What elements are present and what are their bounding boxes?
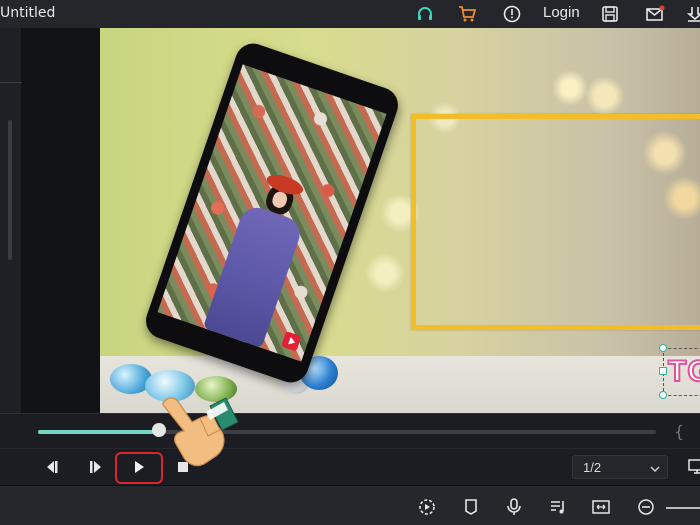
download-icon[interactable] [685, 4, 700, 24]
person-figure [202, 202, 305, 348]
resize-handle[interactable] [659, 367, 667, 375]
editor-app: Untitled Login T {1/2 [0, 0, 700, 525]
video-app-logo [281, 331, 302, 352]
zoom-out-icon[interactable] [636, 497, 656, 517]
panel-scrollbar[interactable] [8, 120, 12, 260]
pointing-hand-icon [160, 392, 240, 472]
fit-width-icon[interactable] [591, 497, 611, 517]
headset-icon[interactable] [415, 4, 435, 24]
render-icon[interactable] [417, 497, 437, 517]
panel-divider [0, 82, 22, 83]
project-title: Untitled [0, 5, 56, 21]
music-list-icon[interactable] [548, 497, 568, 517]
progress-track[interactable] [38, 430, 656, 434]
marker-icon[interactable] [461, 497, 481, 517]
progress-fill [38, 430, 159, 434]
playback-controls: 1/2 [0, 448, 700, 485]
preview-margin [22, 28, 100, 413]
phone-screen [157, 64, 387, 362]
preview-canvas[interactable]: TG [100, 28, 700, 413]
phone-image [141, 38, 403, 388]
resize-handle[interactable] [659, 391, 667, 399]
zoom-slider[interactable] [666, 507, 700, 509]
save-icon[interactable] [600, 4, 620, 24]
side-panel [0, 28, 22, 413]
chevron-down-icon [649, 460, 661, 479]
next-frame-icon[interactable] [85, 457, 107, 477]
play-icon[interactable] [128, 457, 150, 477]
monitor-icon[interactable] [686, 457, 700, 477]
bottom-toolbar [0, 485, 700, 525]
cart-icon[interactable] [457, 4, 477, 24]
resize-handle[interactable] [659, 344, 667, 352]
microphone-icon[interactable] [504, 497, 524, 517]
page-indicator: 1/2 [583, 460, 602, 475]
login-button[interactable]: Login [543, 4, 580, 21]
timeline-scrubber: { [0, 413, 700, 448]
title-bar: Untitled Login [0, 0, 700, 28]
brace-icon: { [674, 422, 685, 441]
info-icon[interactable] [502, 4, 522, 24]
page-select[interactable]: 1/2 [572, 455, 668, 479]
previous-frame-icon[interactable] [40, 457, 62, 477]
text-overlay[interactable]: TG [667, 354, 700, 389]
mail-icon[interactable] [645, 4, 665, 24]
yellow-frame-element[interactable] [411, 114, 700, 330]
